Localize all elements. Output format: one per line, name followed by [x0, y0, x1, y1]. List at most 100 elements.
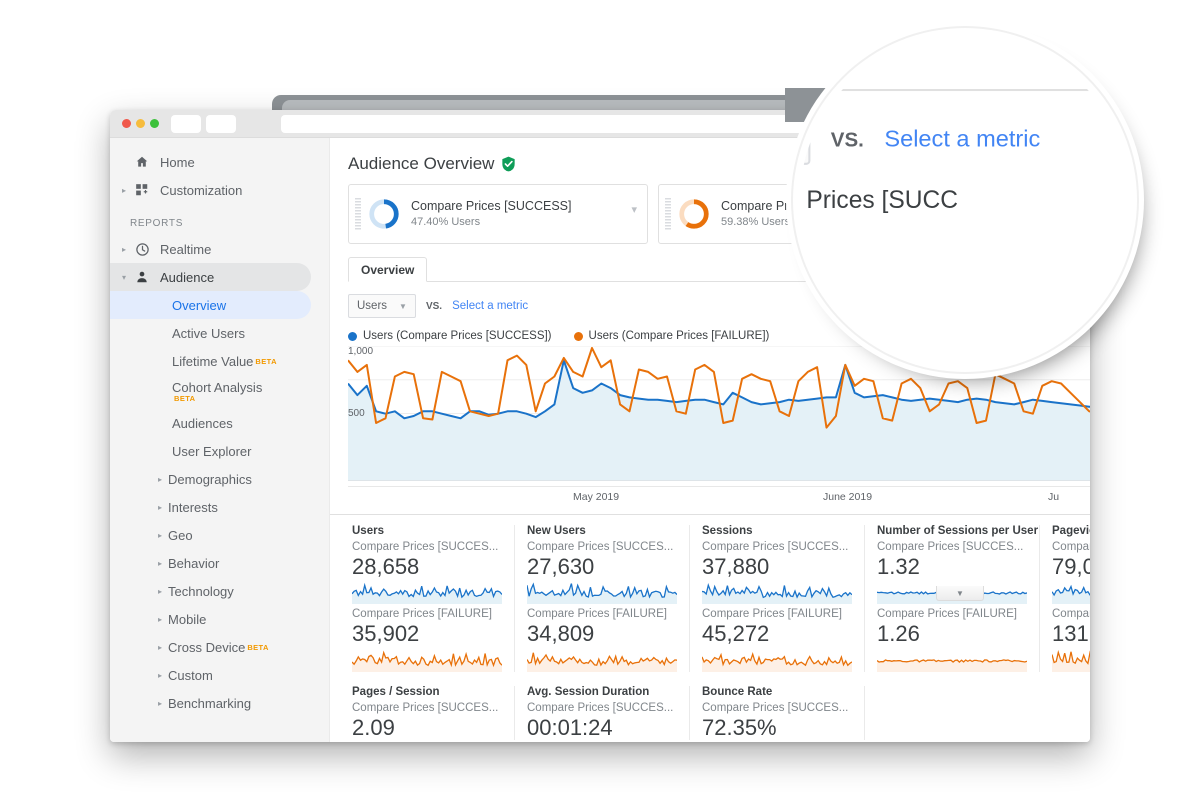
- sparkline: [702, 651, 852, 672]
- metric-card[interactable]: Avg. Session Duration Compare Prices [SUC…: [515, 685, 690, 740]
- metric-cards-row-2: Pages / Session Compare Prices [SUCCES...…: [330, 685, 1090, 740]
- sidebar-item-geo[interactable]: ▸ Geo: [110, 521, 329, 549]
- legend-item-success[interactable]: Users (Compare Prices [SUCCESS]): [348, 330, 552, 342]
- metric-card[interactable]: Sessions Compare Prices [SUCCES... 37,880 C…: [690, 525, 865, 672]
- donut-chart-success: [369, 199, 399, 229]
- sidebar-item-cohort-analysis[interactable]: Cohort Analysis BETA: [110, 375, 329, 409]
- legend-item-failure[interactable]: Users (Compare Prices [FAILURE]): [573, 330, 769, 342]
- beta-badge: BETA: [174, 393, 196, 403]
- metric-card-segment-label: Compare Prices [FAILURE]: [352, 608, 492, 621]
- sidebar-item-label: Customization: [160, 182, 243, 198]
- chart-plot-area: [348, 346, 1090, 481]
- metric-card-value: 00:01:24: [527, 714, 613, 740]
- metric-card[interactable]: Pages / Session Compare Prices [SUCCES...…: [340, 685, 515, 740]
- metric-card[interactable]: Pageviews Compare Prices [SUCCES...79,0 Co…: [1040, 525, 1090, 672]
- chevron-down-icon: ▾: [121, 272, 126, 282]
- green-shield-check-icon: [501, 156, 516, 172]
- sidebar-subitem-label: Benchmarking: [168, 695, 252, 711]
- sidebar-item-customization[interactable]: ▸ Customization: [110, 176, 329, 204]
- home-icon: [130, 155, 154, 169]
- select-a-metric-link[interactable]: Select a metric: [884, 128, 1040, 153]
- browser-tab-1[interactable]: [171, 114, 201, 133]
- divider: [330, 514, 1090, 515]
- chevron-right-icon: ▸: [158, 586, 163, 596]
- magnified-metric-picker: Users ▼ VS. Select a metric: [800, 91, 1130, 165]
- metric-card-segment-label: Compare Prices [FAILURE]: [1052, 608, 1090, 621]
- maximize-window-button[interactable]: [150, 119, 159, 128]
- chevron-right-icon: ▸: [158, 474, 163, 484]
- vs-label: VS.: [425, 300, 443, 312]
- sparkline: [527, 652, 677, 672]
- metric-card-title: Sessions: [702, 525, 753, 537]
- sidebar-item-overview[interactable]: Overview: [110, 291, 311, 319]
- metric-card-value: 45,272: [702, 621, 770, 647]
- x-tick-label-july: Ju: [1048, 491, 1060, 503]
- sidebar-subitem-label: Audiences: [172, 415, 233, 431]
- sidebar-subitem-label: Mobile: [168, 611, 207, 627]
- magnifier-content: ence Overview Compare Prices [: [800, 35, 1130, 365]
- sidebar-item-behavior[interactable]: ▸ Behavior: [110, 549, 329, 577]
- metric-select-value: Users: [357, 300, 388, 312]
- metric-card-segment-label: Compare Prices [FAILURE]: [702, 608, 842, 621]
- metric-card-segment-label: Compare Prices [SUCCES...: [702, 541, 849, 553]
- metric-card-value: 1.32: [877, 554, 920, 579]
- metric-card-segment-label: Compare Prices [SUCCES...: [352, 701, 499, 714]
- metric-card-value: 35,902: [352, 621, 420, 647]
- metric-card[interactable]: Bounce Rate Compare Prices [SUCCES... 72.3…: [690, 685, 865, 740]
- screenshot-stage: Home ▸ Customization REPORTS ▸ Realtime …: [0, 0, 1200, 800]
- close-window-button[interactable]: [122, 119, 131, 128]
- metric-card-title: New Users: [527, 525, 586, 537]
- segment-sub: 47.40% Users: [411, 216, 481, 229]
- time-series-chart[interactable]: 1,000 500: [348, 346, 1090, 486]
- segment-card-success[interactable]: Compare Prices [SUCCESS] 47.40% Users ▾: [348, 184, 648, 244]
- sidebar-item-cross-device[interactable]: ▸ Cross Device BETA: [110, 633, 329, 661]
- sidebar-item-home[interactable]: Home: [110, 148, 329, 176]
- metric-card-value: 2.09: [352, 714, 395, 740]
- tab-overview[interactable]: Overview: [348, 257, 428, 282]
- metric-card-segment-label: Compare Prices [FAILURE]: [877, 608, 1017, 621]
- metric-card-segment-label: Compare Prices [SUCCES...: [702, 701, 849, 714]
- sidebar-item-audience[interactable]: ▾ Audience: [110, 263, 311, 291]
- segment-name: Compare Prices [SUCCESS]: [411, 199, 572, 214]
- sidebar-item-interests[interactable]: ▸ Interests: [110, 493, 329, 521]
- select-a-metric-link[interactable]: Select a metric: [452, 300, 528, 312]
- metric-card-title: Avg. Session Duration: [527, 685, 650, 698]
- sidebar-subitem-label: User Explorer: [172, 443, 252, 459]
- window-traffic-lights[interactable]: [122, 119, 159, 128]
- sidebar-item-user-explorer[interactable]: User Explorer: [110, 437, 329, 465]
- metric-card-value: 79,0: [1052, 554, 1090, 579]
- metric-select[interactable]: Users ▼: [348, 294, 416, 318]
- sparkline: [877, 658, 1027, 672]
- sidebar-item-technology[interactable]: ▸ Technology: [110, 577, 329, 605]
- sidebar-item-benchmarking[interactable]: ▸ Benchmarking: [110, 689, 329, 717]
- chevron-right-icon: ▸: [158, 502, 163, 512]
- metric-card[interactable]: Users Compare Prices [SUCCES... 28,658 Comp…: [340, 525, 515, 672]
- chevron-down-icon[interactable]: ▾: [631, 203, 637, 216]
- sidebar-item-demographics[interactable]: ▸ Demographics: [110, 465, 329, 493]
- sidebar-item-lifetime-value[interactable]: Lifetime Value BETA: [110, 347, 329, 375]
- browser-tab-2[interactable]: [206, 114, 236, 133]
- clock-icon: [130, 242, 154, 257]
- sparkline: [1052, 585, 1090, 605]
- beta-badge: BETA: [255, 356, 277, 366]
- metric-card[interactable]: New Users Compare Prices [SUCCES... 27,630…: [515, 525, 690, 672]
- chevron-right-icon: ▸: [158, 698, 163, 708]
- sidebar-item-active-users[interactable]: Active Users: [110, 319, 329, 347]
- sidebar-item-audiences[interactable]: Audiences: [110, 409, 329, 437]
- sidebar-item-realtime[interactable]: ▸ Realtime: [110, 235, 329, 263]
- y-tick-label-500: 500: [348, 408, 365, 419]
- minimize-window-button[interactable]: [136, 119, 145, 128]
- metric-card-segment-label: Compare Prices [SUCCES...: [877, 541, 1024, 553]
- x-tick-label-may: May 2019: [573, 491, 620, 503]
- sidebar-item-mobile[interactable]: ▸ Mobile: [110, 605, 329, 633]
- drag-handle-icon[interactable]: [355, 198, 361, 230]
- sparkline: [527, 582, 677, 605]
- legend-color-dot: [573, 331, 583, 341]
- metric-select[interactable]: Users ▼: [800, 115, 811, 165]
- sidebar-subitem-label: Active Users: [172, 325, 245, 341]
- sidebar-item-custom[interactable]: ▸ Custom: [110, 661, 329, 689]
- chart-collapse-toggle[interactable]: ▼: [936, 586, 984, 601]
- drag-handle-icon[interactable]: [665, 198, 671, 230]
- metric-card-value: 37,880: [702, 554, 770, 579]
- y-tick-label-1000: 1,000: [348, 346, 374, 357]
